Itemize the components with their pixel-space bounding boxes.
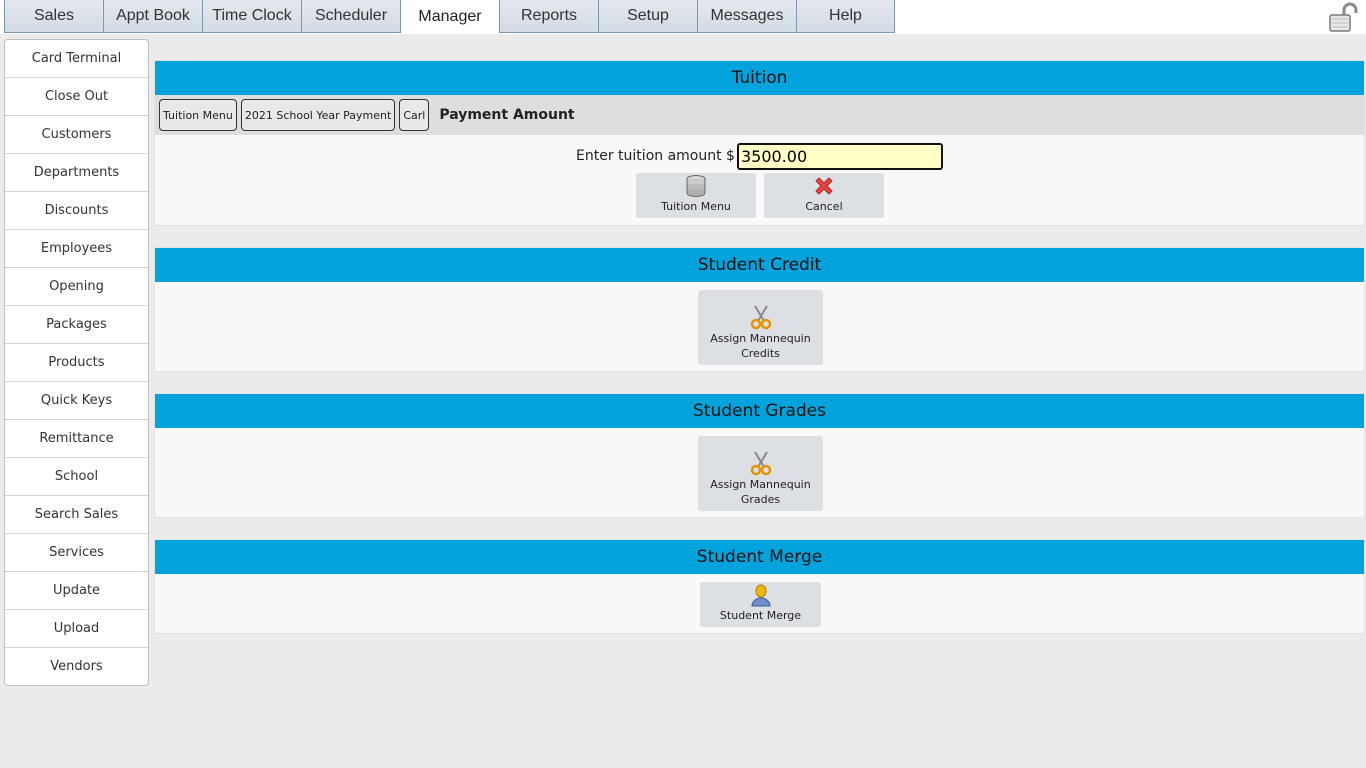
sidebar-item-customers[interactable]: Customers bbox=[5, 116, 148, 154]
tuition-header: Tuition bbox=[155, 61, 1364, 95]
sidebar-item-close-out[interactable]: Close Out bbox=[5, 78, 148, 116]
tab-manager[interactable]: Manager bbox=[400, 0, 499, 33]
sidebar-item-quick-keys[interactable]: Quick Keys bbox=[5, 382, 148, 420]
tab-help[interactable]: Help bbox=[796, 0, 895, 33]
tab-scheduler[interactable]: Scheduler bbox=[301, 0, 400, 33]
sidebar-item-opening[interactable]: Opening bbox=[5, 268, 148, 306]
assign-mannequin-grades-button[interactable]: Assign Mannequin Grades bbox=[698, 436, 823, 511]
sidebar-item-search-sales[interactable]: Search Sales bbox=[5, 496, 148, 534]
assign-grades-line2: Grades bbox=[740, 493, 781, 506]
cancel-button-label: Cancel bbox=[805, 200, 843, 213]
tuition-panel: Tuition Tuition Menu 2021 School Year Pa… bbox=[154, 60, 1365, 226]
scissors-icon bbox=[750, 451, 771, 476]
tuition-menu-button-label: Tuition Menu bbox=[661, 200, 731, 213]
student-credit-header: Student Credit bbox=[155, 248, 1364, 282]
assign-grades-line1: Assign Mannequin bbox=[710, 478, 811, 491]
sidebar-item-departments[interactable]: Departments bbox=[5, 154, 148, 192]
tab-messages[interactable]: Messages bbox=[697, 0, 796, 33]
red-x-icon bbox=[815, 177, 833, 195]
sidebar-item-employees[interactable]: Employees bbox=[5, 230, 148, 268]
sidebar-item-services[interactable]: Services bbox=[5, 534, 148, 572]
student-merge-button[interactable]: Student Merge bbox=[700, 582, 821, 627]
breadcrumb-school-year-payment[interactable]: 2021 School Year Payment bbox=[240, 99, 396, 131]
top-tabs: Sales Appt Book Time Clock Scheduler Man… bbox=[4, 0, 895, 34]
tab-setup[interactable]: Setup bbox=[598, 0, 697, 33]
student-merge-header: Student Merge bbox=[155, 540, 1364, 574]
assign-mannequin-credits-button[interactable]: Assign Mannequin Credits bbox=[698, 290, 823, 365]
amount-label: Enter tuition amount $ bbox=[576, 148, 735, 164]
sidebar-item-discounts[interactable]: Discounts bbox=[5, 192, 148, 230]
user-icon bbox=[750, 584, 771, 607]
sidebar-item-remittance[interactable]: Remittance bbox=[5, 420, 148, 458]
student-merge-panel: Student Merge Student Merge bbox=[154, 539, 1365, 634]
breadcrumb-student[interactable]: Carl bbox=[399, 99, 430, 131]
student-grades-panel: Student Grades Assign Mannequin Grades bbox=[154, 393, 1365, 518]
sidebar-item-card-terminal[interactable]: Card Terminal bbox=[5, 40, 148, 78]
sidebar-item-update[interactable]: Update bbox=[5, 572, 148, 610]
manager-sidebar: Card Terminal Close Out Customers Depart… bbox=[4, 39, 149, 686]
sidebar-item-school[interactable]: School bbox=[5, 458, 148, 496]
tab-sales[interactable]: Sales bbox=[4, 0, 103, 33]
section-title: Payment Amount bbox=[439, 107, 575, 123]
tuition-menu-button[interactable]: Tuition Menu bbox=[636, 173, 756, 218]
student-grades-header: Student Grades bbox=[155, 394, 1364, 428]
breadcrumb-tuition-menu[interactable]: Tuition Menu bbox=[159, 99, 237, 131]
breadcrumb: Tuition Menu 2021 School Year Payment Ca… bbox=[155, 95, 1364, 135]
unlocked-padlock-icon[interactable] bbox=[1328, 2, 1358, 32]
student-merge-button-label: Student Merge bbox=[719, 609, 802, 622]
sidebar-item-products[interactable]: Products bbox=[5, 344, 148, 382]
cancel-button[interactable]: Cancel bbox=[764, 173, 884, 218]
sidebar-item-packages[interactable]: Packages bbox=[5, 306, 148, 344]
tab-appt-book[interactable]: Appt Book bbox=[103, 0, 202, 33]
scissors-icon bbox=[750, 305, 771, 330]
sidebar-item-upload[interactable]: Upload bbox=[5, 610, 148, 648]
top-nav-bar: Sales Appt Book Time Clock Scheduler Man… bbox=[0, 0, 1366, 34]
database-icon bbox=[686, 175, 706, 197]
amount-row: Enter tuition amount $ bbox=[155, 142, 1364, 170]
tab-time-clock[interactable]: Time Clock bbox=[202, 0, 301, 33]
assign-credits-line2: Credits bbox=[741, 347, 780, 360]
sidebar-item-vendors[interactable]: Vendors bbox=[5, 648, 148, 685]
tab-reports[interactable]: Reports bbox=[499, 0, 598, 33]
student-credit-panel: Student Credit Assign Mannequin Credits bbox=[154, 247, 1365, 372]
assign-credits-line1: Assign Mannequin bbox=[710, 332, 811, 345]
tuition-amount-input[interactable] bbox=[736, 142, 943, 170]
